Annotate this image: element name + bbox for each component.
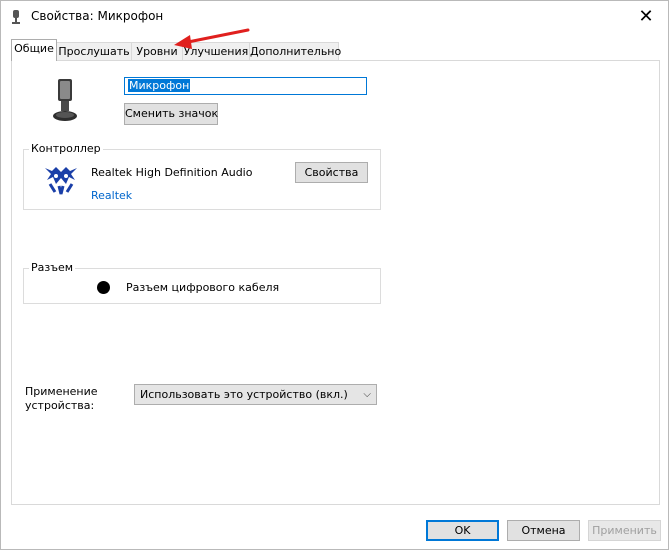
jack-group-label: Разъем <box>29 261 76 274</box>
window-title: Свойства: Микрофон <box>31 9 164 23</box>
usage-label-line2: устройства: <box>25 399 95 412</box>
tab-levels[interactable]: Уровни <box>131 42 183 61</box>
change-icon-button[interactable]: Сменить значок <box>124 103 218 125</box>
microphone-icon <box>53 79 77 121</box>
device-usage-value: Использовать это устройство (вкл.) <box>140 388 348 401</box>
tab-advanced[interactable]: Дополнительно <box>249 42 341 61</box>
chevron-down-icon: ⌵ <box>363 389 371 400</box>
ok-button[interactable]: OK <box>426 520 499 541</box>
apply-button[interactable]: Применить <box>588 520 661 541</box>
microphone-icon <box>12 10 20 24</box>
title-bar[interactable]: Свойства: Микрофон ✕ <box>1 1 668 33</box>
usage-label-line1: Применение <box>25 385 98 398</box>
realtek-logo-icon <box>45 167 77 195</box>
jack-dot-icon <box>97 281 110 294</box>
device-usage-select[interactable]: Использовать это устройство (вкл.) ⌵ <box>134 384 377 405</box>
controller-properties-button[interactable]: Свойства <box>295 162 368 183</box>
tab-general[interactable]: Общие <box>11 39 57 61</box>
controller-group-label: Контроллер <box>29 142 103 155</box>
cancel-button[interactable]: Отмена <box>507 520 580 541</box>
properties-window: Свойства: Микрофон ✕ Общие Прослушать Ур… <box>0 0 669 550</box>
realtek-link[interactable]: Realtek <box>91 189 132 202</box>
close-icon[interactable]: ✕ <box>626 3 666 31</box>
controller-name: Realtek High Definition Audio <box>91 166 253 179</box>
tab-listen[interactable]: Прослушать <box>56 42 132 61</box>
device-name-value: Микрофон <box>128 79 191 92</box>
device-name-field[interactable]: Микрофон <box>124 77 367 95</box>
tab-enhancements[interactable]: Улучшения <box>182 42 250 61</box>
jack-type-text: Разъем цифрового кабеля <box>126 281 280 294</box>
